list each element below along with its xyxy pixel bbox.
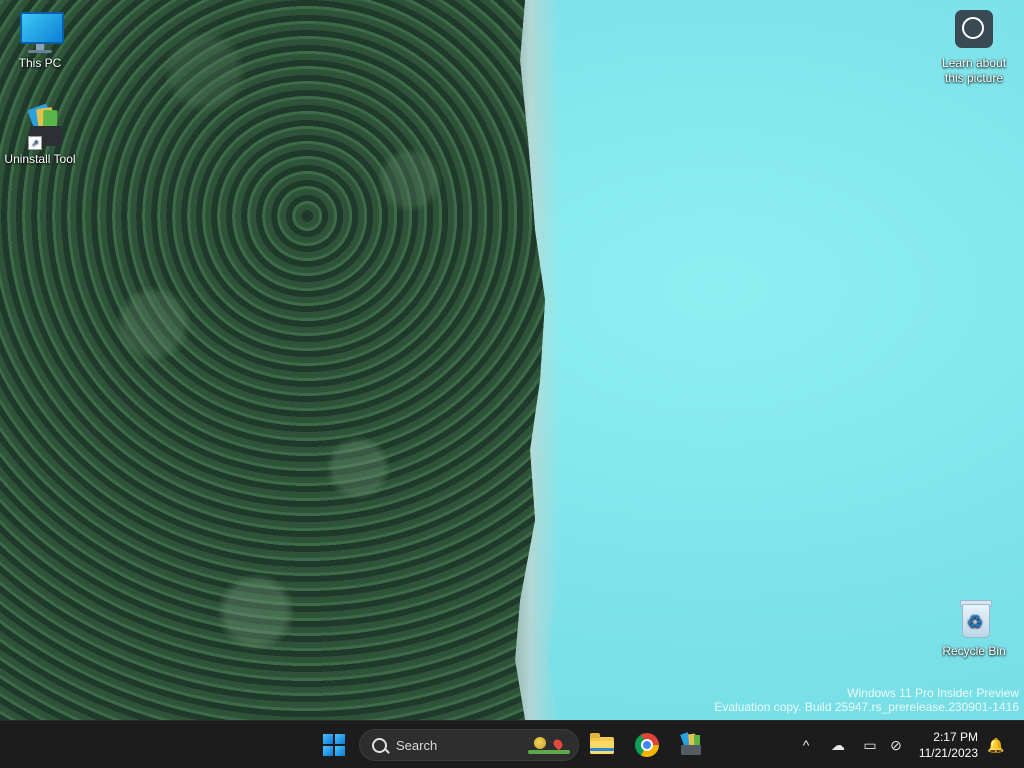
- network-disconnected-icon[interactable]: ⊘: [886, 735, 906, 755]
- computer-icon: [16, 8, 64, 54]
- taskbar-chrome[interactable]: [631, 729, 663, 761]
- desktop-icon-learn-about-picture[interactable]: Learn about this picture: [934, 8, 1014, 86]
- display-icon[interactable]: ▭: [860, 735, 880, 755]
- onedrive-offline-icon[interactable]: ☁: [828, 735, 848, 755]
- recycle-bin-icon: ♻: [950, 596, 998, 642]
- clock-time: 2:17 PM: [933, 730, 978, 744]
- clock[interactable]: 2:17 PM 11/21/2023: [912, 729, 978, 761]
- desktop-icon-label: Uninstall Tool: [4, 152, 76, 166]
- desktop-icon-label: Recycle Bin: [942, 644, 1006, 658]
- desktop-icon-this-pc[interactable]: This PC: [0, 8, 80, 71]
- desktop-icon-recycle-bin[interactable]: ♻ Recycle Bin: [934, 596, 1014, 659]
- notification-bell-icon[interactable]: 🔔: [986, 735, 1006, 755]
- uninstall-tool-icon: ↗: [16, 103, 64, 150]
- taskbar-file-explorer[interactable]: [586, 729, 618, 761]
- taskbar: Search ^ ☁ ▭ ⊘ 2:17 PM 11/21/2023 🔔: [0, 720, 1024, 768]
- desktop-wallpaper: [0, 0, 1024, 720]
- windows-logo-icon: [323, 734, 345, 756]
- desktop-icon-uninstall-tool[interactable]: ↗ Uninstall Tool: [0, 103, 80, 167]
- desktop-icon-label: This PC: [18, 56, 62, 70]
- clock-date: 11/21/2023: [918, 746, 978, 760]
- chrome-icon: [635, 733, 659, 757]
- uninstall-tool-icon: [681, 745, 701, 755]
- shortcut-arrow-icon: ↗: [28, 136, 42, 150]
- watermark-line-2: Evaluation copy. Build 25947.rs_prerelea…: [714, 700, 1019, 714]
- search-box[interactable]: Search: [359, 729, 579, 761]
- chevron-up-icon[interactable]: ^: [796, 735, 816, 755]
- windows-watermark: Windows 11 Pro Insider Preview Evaluatio…: [714, 686, 1019, 714]
- search-icon: [372, 738, 387, 753]
- taskbar-uninstall-tool[interactable]: [675, 729, 707, 761]
- search-placeholder: Search: [396, 738, 438, 753]
- watermark-line-1: Windows 11 Pro Insider Preview: [847, 686, 1019, 700]
- start-button[interactable]: [318, 729, 350, 761]
- desktop-icon-label: Learn about this picture: [941, 56, 1007, 85]
- search-highlight-icon: [528, 735, 570, 757]
- learn-about-picture-icon: [950, 8, 998, 54]
